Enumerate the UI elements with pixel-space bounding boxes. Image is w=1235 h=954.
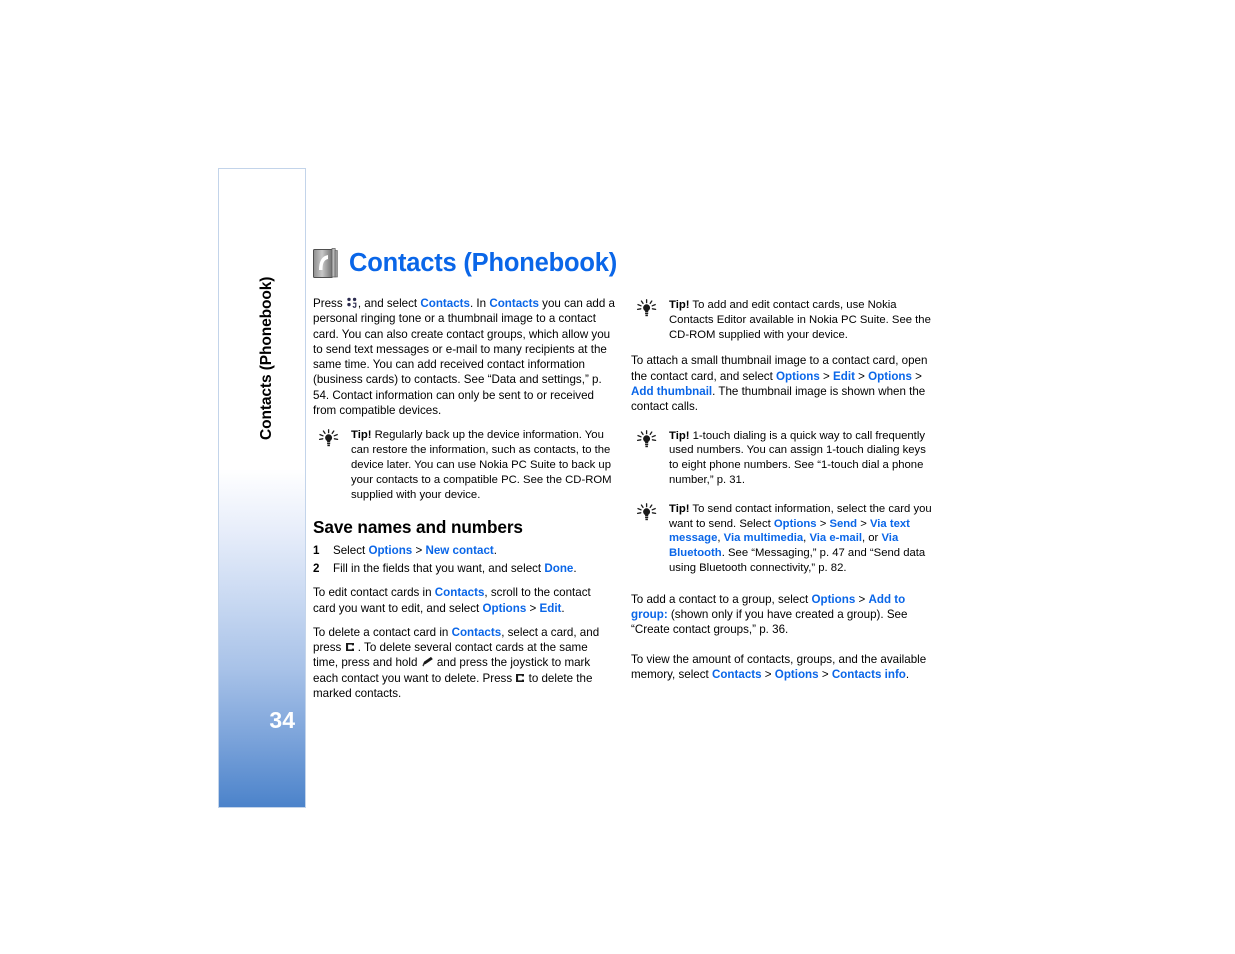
link-edit[interactable]: Edit: [540, 602, 562, 615]
intro-text-3: . In: [469, 297, 490, 310]
step-2: 2 Fill in the fields that you want, and s…: [313, 561, 615, 576]
intro-paragraph: Press , and select Contacts. In Contacts…: [313, 296, 615, 418]
intro-text-4: you can add a personal ringing tone or a…: [313, 297, 615, 418]
tip-text: Regularly back up the device information…: [351, 429, 612, 501]
edit-text-1: To edit contact cards in: [313, 586, 435, 600]
step-number: 2: [313, 561, 320, 575]
link-options-4[interactable]: Options: [868, 370, 912, 383]
chapter-heading: Contacts (Phonebook): [313, 248, 733, 279]
link-options-2[interactable]: Options: [483, 602, 527, 615]
tip-label: Tip!: [669, 502, 690, 515]
lightbulb-icon: [317, 429, 341, 448]
lightbulb-icon: [635, 299, 659, 318]
link-contacts-1[interactable]: Contacts: [420, 297, 470, 310]
tip-backup: Tip! Regularly back up the device inform…: [313, 428, 615, 502]
link-options[interactable]: Options: [368, 544, 412, 557]
tip-label: Tip!: [669, 299, 690, 311]
link-contacts-info[interactable]: Contacts info: [832, 668, 906, 681]
step-number: 1: [313, 543, 320, 557]
group-text-1: To add a contact to a group, select: [631, 592, 812, 606]
delete-paragraph: To delete a contact card in Contacts, se…: [313, 625, 615, 701]
clear-key-icon: [345, 642, 355, 652]
thumb-sep-2: >: [854, 369, 869, 383]
thumb-sep-3: >: [911, 369, 922, 383]
thumbnail-paragraph: To attach a small thumbnail image to a c…: [631, 353, 933, 414]
edit-sep: >: [526, 601, 540, 615]
step-1: 1 Select Options > New contact.: [313, 543, 615, 558]
link-options-5[interactable]: Options: [774, 518, 817, 530]
left-column: Press , and select Contacts. In Contacts…: [313, 296, 615, 710]
tip-one-touch-dialing: Tip! 1-touch dialing is a quick way to c…: [631, 429, 933, 488]
link-via-email[interactable]: Via e-mail: [809, 532, 862, 544]
info-sep-1: >: [761, 667, 775, 681]
group-sep: >: [855, 592, 869, 606]
link-new-contact[interactable]: New contact: [425, 544, 493, 557]
link-contacts-5[interactable]: Contacts: [712, 668, 762, 681]
document-page: Contacts (Phonebook) 34 Contacts (Phoneb…: [0, 0, 1235, 954]
link-options-6[interactable]: Options: [811, 593, 855, 606]
link-send[interactable]: Send: [829, 518, 857, 530]
tip-send-contact-info: Tip! To send contact information, select…: [631, 502, 933, 576]
step1-sep: >: [412, 543, 426, 557]
tip4-sep-5: , or: [862, 532, 882, 545]
edit-paragraph: To edit contact cards in Contacts, scrol…: [313, 585, 615, 616]
intro-text-1: Press: [313, 297, 346, 310]
chapter-sidebar-tab: Contacts (Phonebook) 34: [218, 168, 306, 808]
link-edit-2[interactable]: Edit: [833, 370, 855, 383]
right-column: Tip! To add and edit contact cards, use …: [631, 296, 933, 691]
step2-text-2: .: [573, 561, 577, 575]
tip-text: To add and edit contact cards, use Nokia…: [669, 299, 931, 341]
tip4-sep-1: >: [816, 517, 830, 530]
delete-text-1: To delete a contact card in: [313, 625, 452, 639]
tip-label: Tip!: [669, 429, 690, 442]
phonebook-icon: [313, 248, 338, 279]
link-via-multimedia[interactable]: Via multimedia: [724, 532, 804, 544]
menu-key-icon: [346, 297, 358, 308]
contacts-info-paragraph: To view the amount of contacts, groups, …: [631, 652, 933, 683]
step1-text-1: Select: [333, 543, 369, 557]
tip4-sep-2: >: [857, 517, 870, 530]
lightbulb-icon: [635, 502, 659, 522]
step2-text-1: Fill in the fields that you want, and se…: [333, 561, 545, 575]
tip-contacts-editor: Tip! To add and edit contact cards, use …: [631, 298, 933, 342]
link-options-3[interactable]: Options: [776, 370, 820, 383]
link-add-thumbnail[interactable]: Add thumbnail: [631, 385, 712, 398]
link-options-7[interactable]: Options: [775, 668, 819, 681]
tip-label: Tip!: [351, 429, 372, 442]
step1-text-2: .: [493, 543, 497, 557]
info-text-2: .: [905, 667, 910, 681]
info-sep-2: >: [818, 667, 832, 681]
intro-text-2: , and select: [357, 297, 421, 310]
sidebar-chapter-label: Contacts (Phonebook): [258, 276, 275, 440]
edit-text-3: .: [561, 601, 565, 615]
link-contacts-4[interactable]: Contacts: [452, 626, 502, 639]
edit-key-icon: [421, 656, 434, 667]
page-title: Contacts (Phonebook): [349, 249, 617, 277]
clear-key-icon: [515, 673, 525, 683]
group-text-2: (shown only if you have created a group)…: [631, 608, 908, 637]
lightbulb-icon: [635, 429, 659, 449]
tip-text: 1-touch dialing is a quick way to call f…: [669, 429, 926, 486]
thumb-sep-1: >: [819, 369, 834, 383]
section-heading: Save names and numbers: [313, 517, 523, 538]
link-contacts-2[interactable]: Contacts: [489, 297, 539, 310]
link-done[interactable]: Done: [544, 562, 573, 575]
add-to-group-paragraph: To add a contact to a group, select Opti…: [631, 592, 933, 638]
page-number: 34: [269, 707, 295, 733]
link-contacts-3[interactable]: Contacts: [435, 586, 485, 599]
